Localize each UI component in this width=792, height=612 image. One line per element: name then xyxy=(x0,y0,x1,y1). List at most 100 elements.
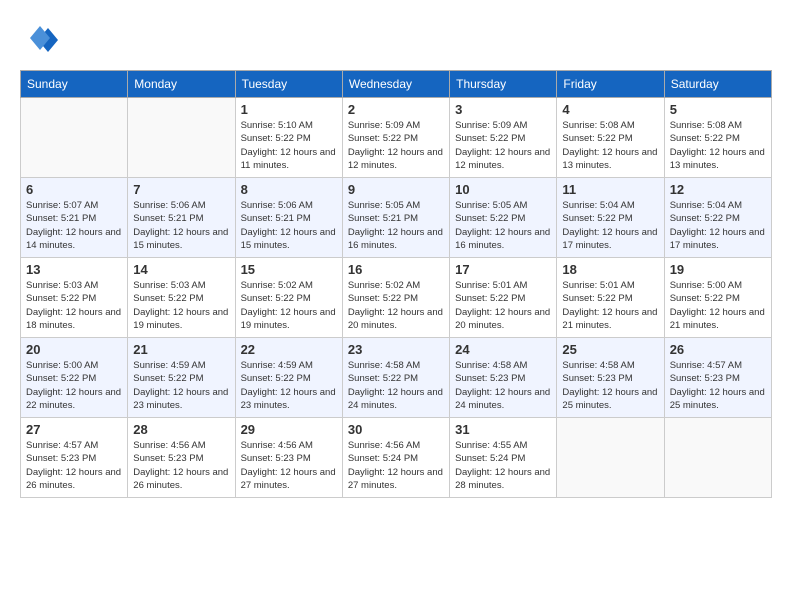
calendar-cell: 17 Sunrise: 5:01 AMSunset: 5:22 PMDayligh… xyxy=(450,258,557,338)
day-info: Sunrise: 5:03 AMSunset: 5:22 PMDaylight:… xyxy=(26,279,122,332)
day-info: Sunrise: 4:58 AMSunset: 5:23 PMDaylight:… xyxy=(455,359,551,412)
calendar-cell: 21 Sunrise: 4:59 AMSunset: 5:22 PMDayligh… xyxy=(128,338,235,418)
day-number: 26 xyxy=(670,342,766,357)
day-number: 28 xyxy=(133,422,229,437)
calendar-cell: 20 Sunrise: 5:00 AMSunset: 5:22 PMDayligh… xyxy=(21,338,128,418)
calendar-cell: 24Sunrise: 4:58 AMSunset: 5:23 PMDayligh… xyxy=(450,338,557,418)
header-saturday: Saturday xyxy=(664,71,771,98)
day-info: Sunrise: 5:05 AMSunset: 5:21 PMDaylight:… xyxy=(348,199,444,252)
day-info: Sunrise: 4:59 AMSunset: 5:22 PMDaylight:… xyxy=(133,359,229,412)
calendar-cell: 11Sunrise: 5:04 AMSunset: 5:22 PMDayligh… xyxy=(557,178,664,258)
calendar-cell: 10 Sunrise: 5:05 AMSunset: 5:22 PMDayligh… xyxy=(450,178,557,258)
day-info: Sunrise: 5:07 AMSunset: 5:21 PMDaylight:… xyxy=(26,199,122,252)
day-number: 11 xyxy=(562,182,658,197)
calendar-cell: 30 Sunrise: 4:56 AMSunset: 5:24 PMDayligh… xyxy=(342,418,449,498)
day-number: 10 xyxy=(455,182,551,197)
calendar-week-row: 1 Sunrise: 5:10 AMSunset: 5:22 PMDaylight… xyxy=(21,98,772,178)
day-number: 7 xyxy=(133,182,229,197)
day-info: Sunrise: 4:56 AMSunset: 5:23 PMDaylight:… xyxy=(133,439,229,492)
day-info: Sunrise: 4:57 AMSunset: 5:23 PMDaylight:… xyxy=(670,359,766,412)
calendar-cell: 13Sunrise: 5:03 AMSunset: 5:22 PMDayligh… xyxy=(21,258,128,338)
day-info: Sunrise: 5:02 AMSunset: 5:22 PMDaylight:… xyxy=(241,279,337,332)
day-number: 2 xyxy=(348,102,444,117)
page-header xyxy=(20,20,772,60)
calendar-cell: 2 Sunrise: 5:09 AMSunset: 5:22 PMDaylight… xyxy=(342,98,449,178)
day-number: 23 xyxy=(348,342,444,357)
calendar-week-row: 13Sunrise: 5:03 AMSunset: 5:22 PMDayligh… xyxy=(21,258,772,338)
header-thursday: Thursday xyxy=(450,71,557,98)
calendar-cell: 25 Sunrise: 4:58 AMSunset: 5:23 PMDayligh… xyxy=(557,338,664,418)
day-info: Sunrise: 4:59 AMSunset: 5:22 PMDaylight:… xyxy=(241,359,337,412)
day-info: Sunrise: 5:08 AMSunset: 5:22 PMDaylight:… xyxy=(562,119,658,172)
day-info: Sunrise: 5:06 AMSunset: 5:21 PMDaylight:… xyxy=(133,199,229,252)
day-info: Sunrise: 5:09 AMSunset: 5:22 PMDaylight:… xyxy=(455,119,551,172)
day-number: 9 xyxy=(348,182,444,197)
day-number: 17 xyxy=(455,262,551,277)
day-info: Sunrise: 5:00 AMSunset: 5:22 PMDaylight:… xyxy=(26,359,122,412)
day-number: 22 xyxy=(241,342,337,357)
calendar-cell: 27Sunrise: 4:57 AMSunset: 5:23 PMDayligh… xyxy=(21,418,128,498)
calendar-cell: 4 Sunrise: 5:08 AMSunset: 5:22 PMDaylight… xyxy=(557,98,664,178)
day-number: 1 xyxy=(241,102,337,117)
calendar-week-row: 27Sunrise: 4:57 AMSunset: 5:23 PMDayligh… xyxy=(21,418,772,498)
day-number: 18 xyxy=(562,262,658,277)
day-number: 31 xyxy=(455,422,551,437)
calendar-table: SundayMondayTuesdayWednesdayThursdayFrid… xyxy=(20,70,772,498)
day-info: Sunrise: 5:05 AMSunset: 5:22 PMDaylight:… xyxy=(455,199,551,252)
calendar-cell: 9 Sunrise: 5:05 AMSunset: 5:21 PMDaylight… xyxy=(342,178,449,258)
day-info: Sunrise: 5:06 AMSunset: 5:21 PMDaylight:… xyxy=(241,199,337,252)
header-sunday: Sunday xyxy=(21,71,128,98)
calendar-cell xyxy=(128,98,235,178)
day-info: Sunrise: 4:58 AMSunset: 5:23 PMDaylight:… xyxy=(562,359,658,412)
day-number: 20 xyxy=(26,342,122,357)
calendar-cell: 29Sunrise: 4:56 AMSunset: 5:23 PMDayligh… xyxy=(235,418,342,498)
day-info: Sunrise: 5:09 AMSunset: 5:22 PMDaylight:… xyxy=(348,119,444,172)
calendar-cell: 3 Sunrise: 5:09 AMSunset: 5:22 PMDaylight… xyxy=(450,98,557,178)
header-wednesday: Wednesday xyxy=(342,71,449,98)
calendar-cell: 26 Sunrise: 4:57 AMSunset: 5:23 PMDayligh… xyxy=(664,338,771,418)
day-number: 30 xyxy=(348,422,444,437)
logo xyxy=(20,20,60,60)
day-number: 5 xyxy=(670,102,766,117)
day-number: 16 xyxy=(348,262,444,277)
calendar-cell: 5 Sunrise: 5:08 AMSunset: 5:22 PMDaylight… xyxy=(664,98,771,178)
day-number: 3 xyxy=(455,102,551,117)
day-info: Sunrise: 5:01 AMSunset: 5:22 PMDaylight:… xyxy=(455,279,551,332)
day-number: 15 xyxy=(241,262,337,277)
calendar-cell: 15 Sunrise: 5:02 AMSunset: 5:22 PMDayligh… xyxy=(235,258,342,338)
day-number: 25 xyxy=(562,342,658,357)
calendar-cell: 6 Sunrise: 5:07 AMSunset: 5:21 PMDaylight… xyxy=(21,178,128,258)
calendar-cell: 22 Sunrise: 4:59 AMSunset: 5:22 PMDayligh… xyxy=(235,338,342,418)
day-number: 14 xyxy=(133,262,229,277)
header-monday: Monday xyxy=(128,71,235,98)
calendar-cell xyxy=(21,98,128,178)
calendar-cell: 1 Sunrise: 5:10 AMSunset: 5:22 PMDaylight… xyxy=(235,98,342,178)
calendar-cell: 12 Sunrise: 5:04 AMSunset: 5:22 PMDayligh… xyxy=(664,178,771,258)
calendar-header-row: SundayMondayTuesdayWednesdayThursdayFrid… xyxy=(21,71,772,98)
day-info: Sunrise: 5:00 AMSunset: 5:22 PMDaylight:… xyxy=(670,279,766,332)
day-info: Sunrise: 5:04 AMSunset: 5:22 PMDaylight:… xyxy=(670,199,766,252)
calendar-cell: 7 Sunrise: 5:06 AMSunset: 5:21 PMDaylight… xyxy=(128,178,235,258)
day-number: 6 xyxy=(26,182,122,197)
header-friday: Friday xyxy=(557,71,664,98)
calendar-cell: 31 Sunrise: 4:55 AMSunset: 5:24 PMDayligh… xyxy=(450,418,557,498)
day-number: 19 xyxy=(670,262,766,277)
day-info: Sunrise: 5:10 AMSunset: 5:22 PMDaylight:… xyxy=(241,119,337,172)
calendar-week-row: 6 Sunrise: 5:07 AMSunset: 5:21 PMDaylight… xyxy=(21,178,772,258)
calendar-cell xyxy=(557,418,664,498)
day-info: Sunrise: 4:56 AMSunset: 5:24 PMDaylight:… xyxy=(348,439,444,492)
header-tuesday: Tuesday xyxy=(235,71,342,98)
calendar-cell: 14 Sunrise: 5:03 AMSunset: 5:22 PMDayligh… xyxy=(128,258,235,338)
calendar-cell: 23Sunrise: 4:58 AMSunset: 5:22 PMDayligh… xyxy=(342,338,449,418)
day-number: 27 xyxy=(26,422,122,437)
calendar-week-row: 20 Sunrise: 5:00 AMSunset: 5:22 PMDayligh… xyxy=(21,338,772,418)
day-info: Sunrise: 4:56 AMSunset: 5:23 PMDaylight:… xyxy=(241,439,337,492)
day-info: Sunrise: 5:08 AMSunset: 5:22 PMDaylight:… xyxy=(670,119,766,172)
day-info: Sunrise: 4:55 AMSunset: 5:24 PMDaylight:… xyxy=(455,439,551,492)
logo-icon xyxy=(20,20,60,60)
day-number: 21 xyxy=(133,342,229,357)
day-number: 12 xyxy=(670,182,766,197)
day-info: Sunrise: 5:03 AMSunset: 5:22 PMDaylight:… xyxy=(133,279,229,332)
calendar-cell: 28 Sunrise: 4:56 AMSunset: 5:23 PMDayligh… xyxy=(128,418,235,498)
day-number: 4 xyxy=(562,102,658,117)
